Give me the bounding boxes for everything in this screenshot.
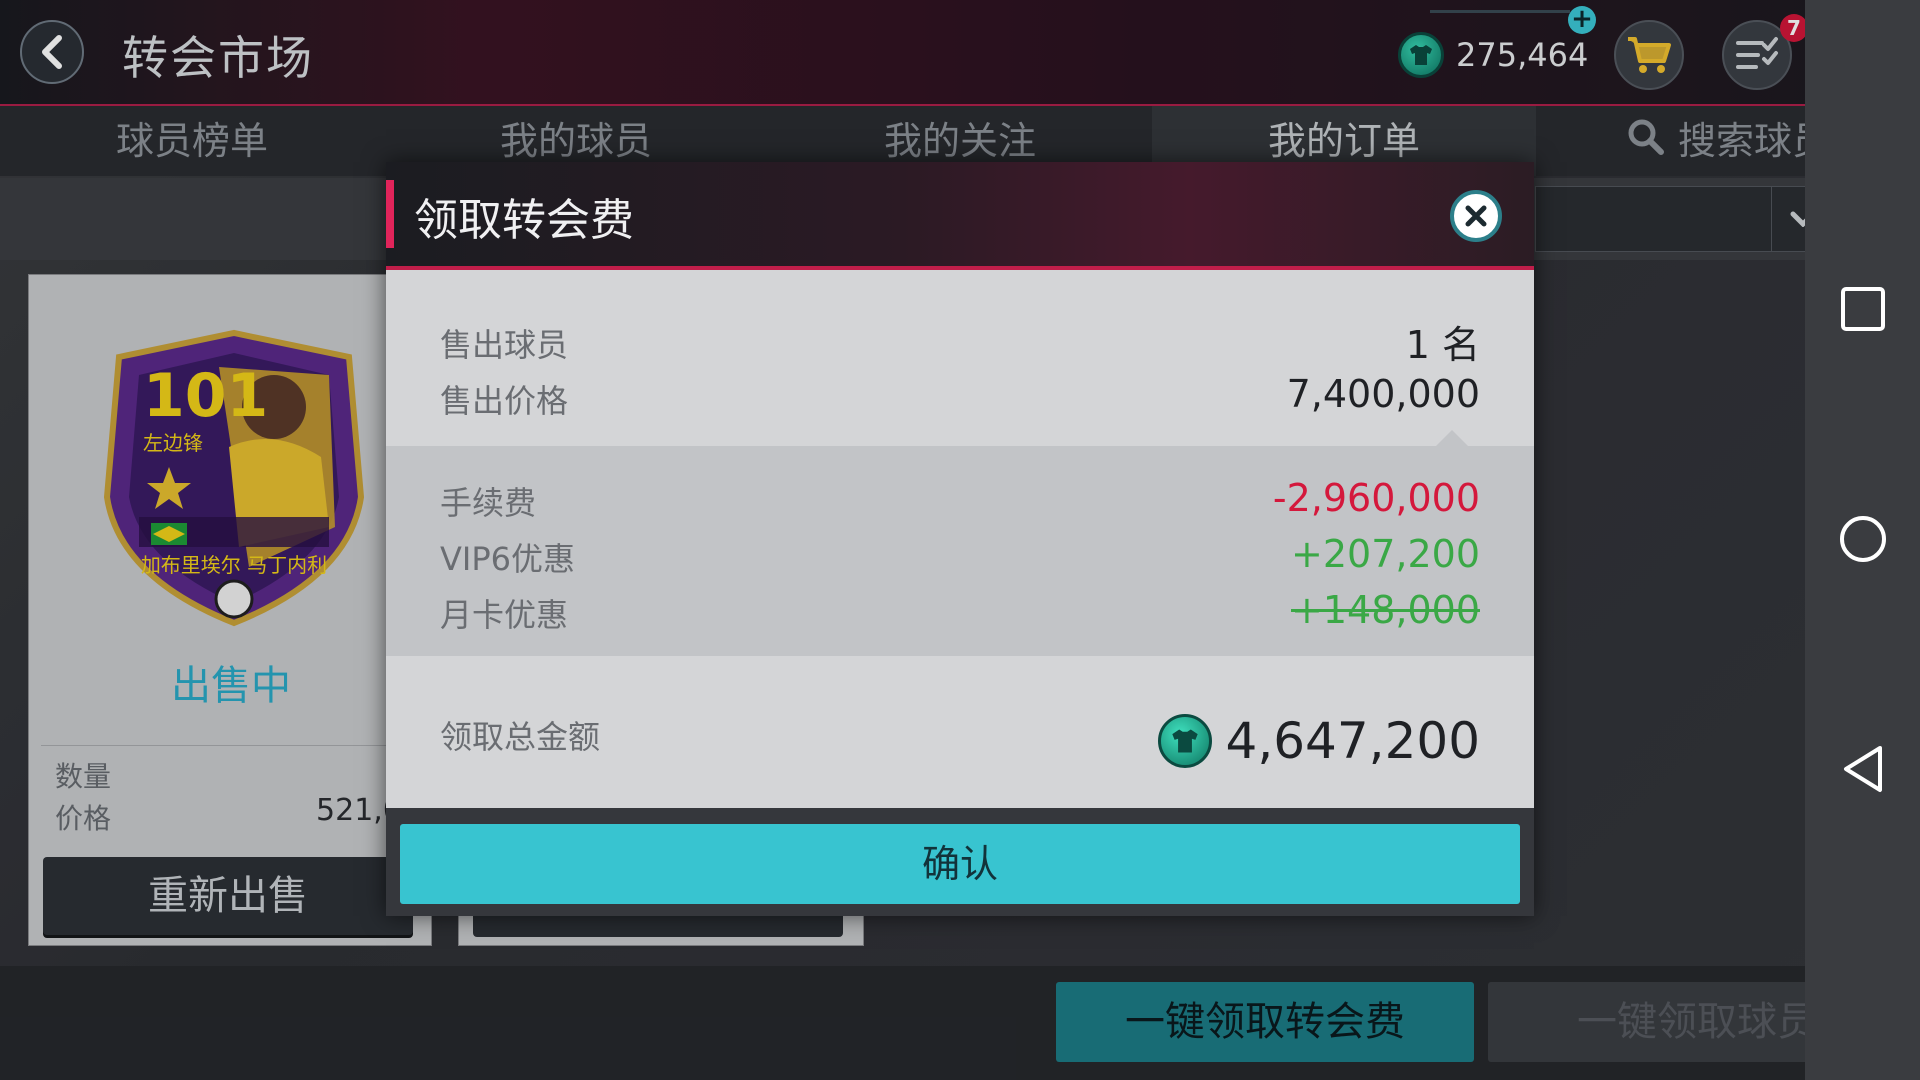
sold-price-value: 7,400,000 <box>1286 372 1480 416</box>
close-icon <box>1465 205 1487 227</box>
sold-players-value: 1 名 <box>1405 323 1480 367</box>
total-amount: 4,647,200 <box>1157 712 1480 770</box>
total-label: 领取总金额 <box>440 718 601 756</box>
total-value: 4,647,200 <box>1225 712 1480 770</box>
square-icon <box>1841 287 1885 331</box>
confirm-button[interactable]: 确认 <box>400 824 1520 904</box>
triangle-back-icon <box>1844 746 1882 792</box>
sold-price-label: 售出价格 <box>440 382 569 420</box>
fee-label: 手续费 <box>440 484 537 522</box>
dialog-header: 领取转会费 <box>386 162 1534 270</box>
section-notch <box>1436 430 1468 446</box>
header-accent <box>386 180 394 248</box>
fee-value: -2,960,000 <box>1272 476 1480 520</box>
vip-discount-value: +207,200 <box>1291 532 1480 576</box>
jersey-coin-icon <box>1157 714 1212 768</box>
deductions-section: 手续费 -2,960,000 VIP6优惠 +207,200 月卡优惠 +148… <box>386 446 1534 656</box>
recent-apps-button[interactable] <box>1838 284 1888 334</box>
sold-players-label: 售出球员 <box>440 326 569 364</box>
vip-discount-label: VIP6优惠 <box>440 540 575 578</box>
dialog-title: 领取转会费 <box>414 195 634 246</box>
claim-fee-dialog: 领取转会费 售出球员 1 名 售出价格 7,400,000 手续费 -2,960… <box>386 162 1534 916</box>
monthly-card-value: +148,000 <box>1291 588 1480 632</box>
home-system-button[interactable] <box>1838 514 1888 564</box>
back-system-button[interactable] <box>1838 744 1888 794</box>
sale-summary-section: 售出球员 1 名 售出价格 7,400,000 <box>386 270 1534 446</box>
close-button[interactable] <box>1450 190 1502 242</box>
circle-icon <box>1840 516 1886 562</box>
total-section: 领取总金额 4,647,200 <box>386 656 1534 808</box>
monthly-card-label: 月卡优惠 <box>440 596 569 634</box>
